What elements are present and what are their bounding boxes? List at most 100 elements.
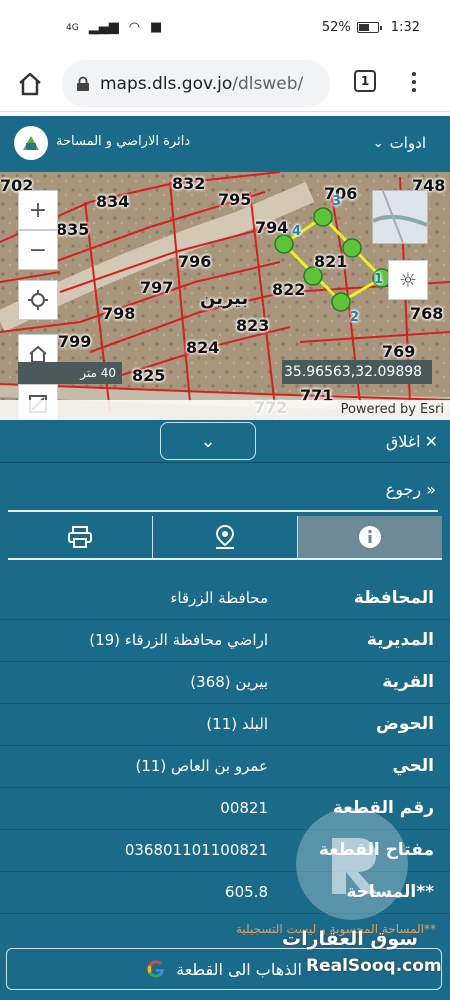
brightness-button[interactable]: ☼ bbox=[388, 260, 428, 300]
close-label: اغلاق bbox=[385, 432, 421, 451]
parcel-label: 769 bbox=[382, 342, 416, 361]
info-row-directorate: المديرية اراضي محافظة الزرقاء (19) bbox=[0, 620, 450, 662]
zoom-out-button[interactable]: − bbox=[18, 230, 58, 270]
watermark-logo bbox=[296, 808, 408, 920]
row-value: 605.8 bbox=[225, 883, 268, 901]
double-chevron-icon: « bbox=[426, 480, 436, 499]
info-row-governorate: المحافظة محافظة الزرقاء bbox=[0, 578, 450, 620]
collapse-panel-button[interactable]: ⌄ bbox=[160, 422, 256, 460]
back-button[interactable]: « رجوع bbox=[386, 480, 436, 499]
scale-label: 40 متر bbox=[80, 366, 116, 380]
row-label: المحافظة bbox=[353, 588, 434, 608]
tab-location[interactable] bbox=[153, 516, 298, 558]
row-label: الحي bbox=[392, 756, 434, 776]
info-icon bbox=[359, 526, 381, 548]
browser-toolbar: maps.dls.gov.jo/dlsweb/ 1 bbox=[0, 56, 450, 112]
tools-menu[interactable]: ادوات ⌄ bbox=[373, 134, 426, 152]
coordinates-text: 35.96563,32.09898 bbox=[284, 364, 423, 380]
home-button[interactable] bbox=[14, 68, 46, 100]
realsooq-logo-icon bbox=[332, 838, 378, 894]
row-value: البلد (11) bbox=[206, 715, 268, 733]
signal-label: 4G bbox=[66, 22, 79, 33]
org-name: دائرة الاراضي و المساحة bbox=[56, 134, 191, 149]
info-row-basin: الحوض البلد (11) bbox=[0, 704, 450, 746]
coordinates-readout: 35.96563,32.09898 bbox=[282, 360, 432, 384]
url-text: maps.dls.gov.jo/dlsweb/ bbox=[100, 74, 303, 94]
app-notification-icon: ■ bbox=[150, 20, 163, 35]
divider bbox=[8, 510, 438, 512]
row-value: بيرين (368) bbox=[190, 673, 268, 691]
zoom-in-button[interactable]: + bbox=[18, 190, 58, 230]
tab-print[interactable] bbox=[8, 516, 153, 558]
parcel-label: 799 bbox=[58, 332, 92, 351]
parcel-label: 796 bbox=[178, 252, 212, 271]
wifi-icon: ◠ bbox=[128, 20, 141, 35]
scale-bar: 40 متر bbox=[18, 362, 122, 384]
url-bar[interactable]: maps.dls.gov.jo/dlsweb/ bbox=[62, 60, 330, 108]
attribution-text: Powered by Esri bbox=[340, 402, 444, 417]
row-value: اراضي محافظة الزرقاء (19) bbox=[89, 631, 268, 649]
parcel-label: 798 bbox=[102, 304, 136, 323]
parcel-label: 823 bbox=[236, 316, 270, 335]
row-label: المديرية bbox=[366, 630, 434, 650]
divider bbox=[8, 558, 442, 560]
parcel-label: 794 bbox=[255, 218, 289, 237]
watermark-url: RealSooq.com bbox=[306, 956, 442, 976]
printer-icon bbox=[68, 526, 92, 548]
row-label: الحوض bbox=[376, 714, 434, 734]
crosshair-icon bbox=[28, 290, 48, 310]
locate-button[interactable] bbox=[18, 280, 58, 320]
panel-tabs bbox=[8, 516, 442, 558]
info-row-village: القرية بيرين (368) bbox=[0, 662, 450, 704]
tab-count: 1 bbox=[360, 74, 370, 88]
go-to-parcel-label: الذهاب الى القطعة bbox=[176, 959, 302, 979]
battery-percent: 52% bbox=[321, 20, 351, 35]
lock-icon bbox=[77, 76, 89, 91]
map-pin-icon bbox=[215, 524, 235, 549]
parcel-label: 797 bbox=[140, 278, 174, 297]
parcel-label: 822 bbox=[272, 280, 306, 299]
status-bar: 4G ▂▄▆ ◠ ■ 52% 1:32 bbox=[0, 0, 450, 56]
url-path: /dlsweb/ bbox=[232, 74, 304, 94]
parcel-label: 795 bbox=[218, 190, 252, 209]
sun-icon: ☼ bbox=[399, 268, 417, 292]
row-value: عمرو بن العاص (11) bbox=[135, 757, 268, 775]
info-row-neighborhood: الحي عمرو بن العاص (11) bbox=[0, 746, 450, 788]
plus-icon: + bbox=[28, 197, 48, 223]
village-label: بيرين bbox=[200, 288, 249, 309]
row-value: 036801101100821 bbox=[124, 841, 268, 859]
vertex-label: 2 bbox=[350, 310, 360, 325]
close-button[interactable]: ✕ اغلاق bbox=[386, 432, 438, 451]
back-label: رجوع bbox=[385, 480, 422, 499]
tools-label: ادوات bbox=[389, 134, 426, 152]
battery-fill bbox=[358, 24, 370, 31]
signal-icon: ▂▄▆ bbox=[88, 20, 119, 35]
tab-info[interactable] bbox=[298, 516, 442, 558]
parcel-label: 824 bbox=[186, 338, 220, 357]
clock: 1:32 bbox=[390, 20, 420, 35]
row-label: القرية bbox=[382, 672, 434, 692]
parcel-label: 832 bbox=[172, 174, 206, 193]
row-value: 00821 bbox=[220, 799, 268, 817]
vertex-label: 4 bbox=[292, 224, 302, 239]
dls-logo bbox=[14, 126, 48, 160]
row-value: محافظة الزرقاء bbox=[170, 589, 268, 607]
basemap-thumbnail-icon bbox=[372, 190, 428, 244]
map-view[interactable]: 702 832 706 748 834 795 835 794 796 821 … bbox=[0, 172, 450, 420]
battery-icon bbox=[356, 22, 382, 33]
app-header: دائرة الاراضي و المساحة ادوات ⌄ bbox=[0, 116, 450, 172]
logo-icon bbox=[23, 136, 39, 150]
tabs-button[interactable]: 1 bbox=[354, 70, 376, 92]
home-icon bbox=[19, 72, 41, 96]
parcel-label: 835 bbox=[56, 220, 90, 239]
chevron-down-icon: ⌄ bbox=[200, 430, 216, 452]
more-menu-button[interactable] bbox=[404, 68, 424, 100]
map-attribution: Powered by Esri bbox=[0, 400, 450, 420]
close-icon: ✕ bbox=[424, 432, 438, 451]
minus-icon: − bbox=[28, 237, 48, 263]
basemap-toggle-button[interactable] bbox=[372, 190, 428, 244]
chevron-down-icon: ⌄ bbox=[372, 135, 384, 151]
vertex-label: 3 bbox=[332, 194, 342, 209]
parcel-label: 825 bbox=[132, 366, 166, 385]
parcel-label: 834 bbox=[96, 192, 130, 211]
